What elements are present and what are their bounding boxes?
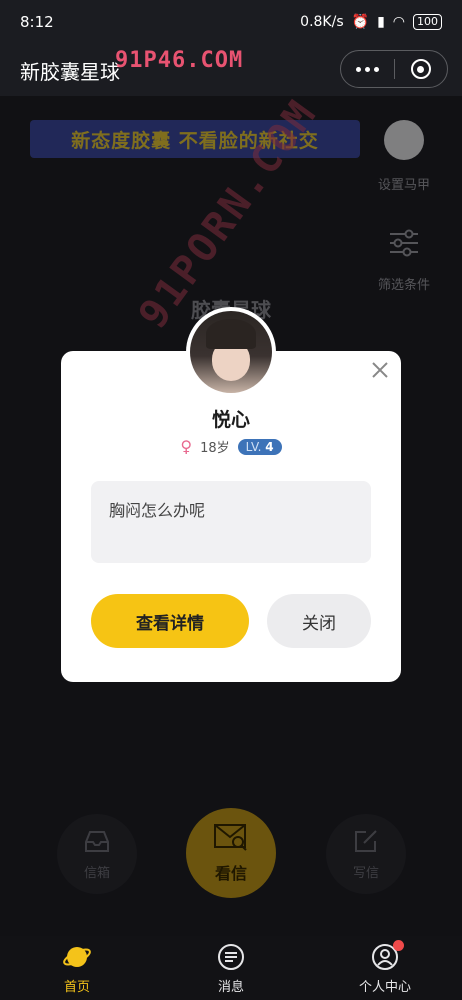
message-preview: 胸闷怎么办呢: [91, 481, 371, 563]
status-bar: 8:12 0.8K/s ⏰ ▮ ◠ 100: [0, 0, 462, 44]
network-speed: 0.8K/s: [300, 14, 344, 30]
level-badge: LV. 4: [237, 438, 282, 455]
wifi-icon: ◠: [392, 14, 405, 30]
status-indicators: 0.8K/s ⏰ ▮ ◠ 100: [300, 14, 442, 30]
exit-button[interactable]: [395, 51, 448, 87]
tab-home-label: 首页: [63, 979, 90, 995]
watermark-top: 91P46.COM: [115, 48, 244, 73]
view-details-button[interactable]: 查看详情: [91, 594, 249, 648]
notification-dot: [393, 939, 404, 951]
message-icon: [218, 943, 244, 970]
user-meta: ♀ 18岁 LV. 4: [61, 437, 401, 456]
avatar: [186, 307, 276, 397]
signal-icon: ▮: [377, 14, 385, 30]
page-title: 新胶囊星球: [20, 59, 120, 84]
tab-home[interactable]: 首页: [0, 936, 154, 1000]
tab-profile[interactable]: 个人中心: [308, 936, 462, 1000]
tab-messages-label: 消息: [217, 979, 244, 995]
alarm-icon: ⏰: [351, 14, 370, 30]
mini-program-capsule: [340, 50, 448, 88]
close-button[interactable]: 关闭: [267, 594, 371, 648]
avatar-photo: [190, 311, 272, 393]
female-icon: ♀: [180, 437, 193, 456]
battery-icon: 100: [413, 14, 442, 30]
user-age: 18岁: [200, 441, 230, 456]
more-button[interactable]: [341, 51, 394, 87]
planet-icon: [63, 946, 91, 967]
tab-messages[interactable]: 消息: [154, 936, 308, 1000]
profile-modal: 悦心 ♀ 18岁 LV. 4 胸闷怎么办呢 查看详情 关闭: [61, 351, 401, 682]
status-time: 8:12: [20, 13, 54, 31]
more-dots-icon: [355, 66, 379, 72]
tab-profile-label: 个人中心: [358, 979, 411, 995]
tab-bar: 首页 消息 个人中心: [0, 936, 462, 1000]
profile-icon-wrap: [370, 939, 404, 972]
user-name: 悦心: [211, 409, 250, 431]
target-icon: [410, 59, 431, 79]
close-icon[interactable]: [369, 359, 391, 381]
